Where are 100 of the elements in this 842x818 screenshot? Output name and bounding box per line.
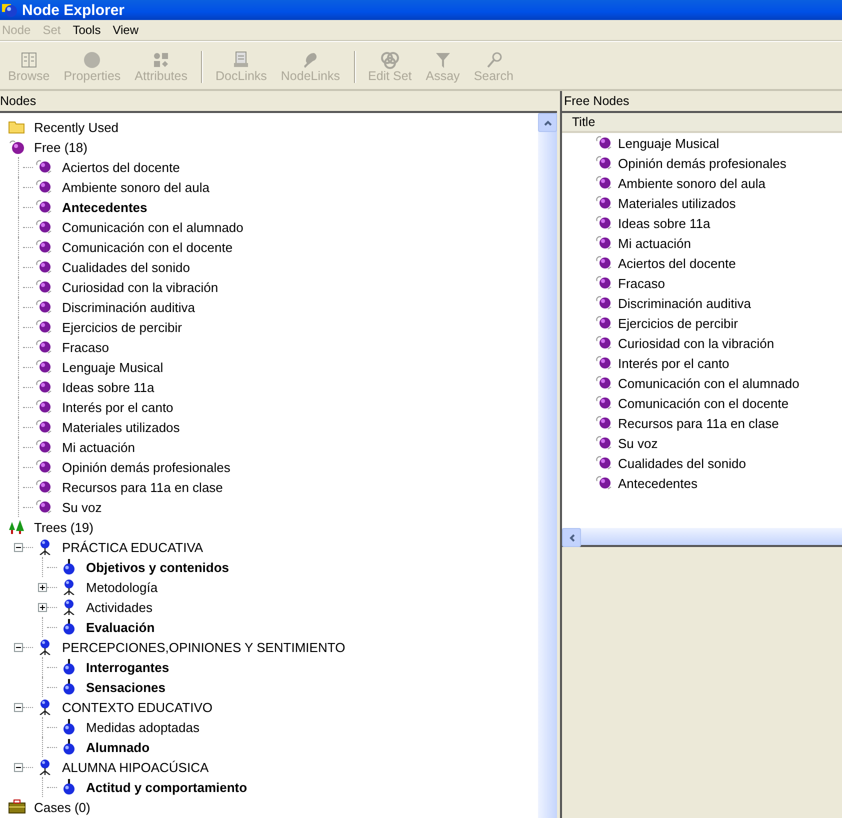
list-item[interactable]: Lenguaje Musical	[618, 136, 720, 150]
expander-icon[interactable]	[14, 542, 23, 552]
ball-icon	[36, 419, 54, 435]
list-item[interactable]: Ambiente sonoro del aula	[618, 176, 766, 190]
ball-icon	[36, 339, 54, 355]
list-item[interactable]: Cualidades del sonido	[618, 456, 746, 470]
tree-item[interactable]: Trees (19)	[34, 520, 94, 534]
ball-icon	[36, 219, 54, 235]
column-header[interactable]: Title	[562, 113, 842, 133]
menu-item[interactable]: Tools	[72, 23, 101, 37]
tree-item[interactable]: Actividades	[86, 600, 152, 614]
tree-item[interactable]: Recursos para 11a en clase	[62, 480, 223, 494]
list-item[interactable]: Curiosidad con la vibración	[618, 336, 774, 350]
list-item[interactable]: Ideas sobre 11a	[618, 216, 710, 230]
expander-icon[interactable]	[38, 582, 47, 592]
list-item[interactable]: Fracaso	[618, 276, 665, 290]
tree-item[interactable]: Sensaciones	[86, 680, 166, 694]
tree-item[interactable]: Materiales utilizados	[62, 420, 180, 434]
tree-item[interactable]: Ejercicios de percibir	[62, 320, 182, 334]
tree-item[interactable]: Cualidades del sonido	[62, 260, 190, 274]
ball-icon	[36, 179, 54, 195]
expander-icon[interactable]	[14, 702, 23, 712]
tree-item[interactable]: Lenguaje Musical	[62, 360, 164, 374]
list-item[interactable]: Materiales utilizados	[618, 196, 736, 210]
tree-item[interactable]: Metodología	[86, 580, 158, 594]
tree-item[interactable]: Medidas adoptadas	[86, 720, 200, 734]
ball-icon	[596, 315, 614, 331]
list-item[interactable]: Su voz	[618, 436, 658, 450]
tree-item[interactable]: Interés por el canto	[62, 400, 174, 414]
ball-icon	[36, 159, 54, 175]
tree-item[interactable]: Ideas sobre 11a	[62, 380, 154, 394]
ball-icon	[596, 295, 614, 311]
tree-item[interactable]: Antecedentes	[62, 200, 148, 214]
tree-item[interactable]: Su voz	[62, 500, 102, 514]
list-item[interactable]: Ejercicios de percibir	[618, 316, 738, 330]
tree-item[interactable]: Cases (0)	[34, 800, 90, 814]
scrollbar[interactable]	[562, 528, 842, 545]
tree-item[interactable]: Opinión demás profesionales	[62, 460, 230, 474]
tree-item[interactable]: Aciertos del docente	[62, 160, 180, 174]
tree-item[interactable]: Comunicación con el docente	[62, 240, 233, 254]
ball-icon	[36, 459, 54, 475]
tree-item[interactable]: Objetivos y contenidos	[86, 560, 230, 574]
tree-item[interactable]: Fracaso	[62, 340, 109, 354]
scroll-left-button[interactable]	[562, 528, 581, 547]
tree-item[interactable]: Alumnado	[86, 740, 150, 754]
tree-item[interactable]: Ambiente sonoro del aula	[62, 180, 210, 194]
tree-item[interactable]: CONTEXTO EDUCATIVO	[62, 700, 212, 714]
search-icon	[486, 52, 502, 68]
ball-icon	[36, 239, 54, 255]
ball-icon	[596, 275, 614, 291]
list-item[interactable]: Recursos para 11a en clase	[618, 416, 779, 430]
ball-icon	[596, 375, 614, 391]
tree-item[interactable]: Interrogantes	[86, 660, 170, 674]
list-item[interactable]: Comunicación con el alumnado	[618, 376, 800, 390]
ball-icon	[596, 155, 614, 171]
book-icon	[21, 52, 36, 68]
tree-item[interactable]: Mi actuación	[62, 440, 135, 454]
list-item[interactable]: Discriminación auditiva	[618, 296, 751, 310]
expander-icon[interactable]	[14, 762, 23, 772]
tree-item[interactable]: Evaluación	[86, 620, 155, 634]
tree-item[interactable]: PERCEPCIONES,OPINIONES Y SENTIMIENTO	[62, 640, 346, 654]
tree-item[interactable]: Curiosidad con la vibración	[62, 280, 218, 294]
list-item[interactable]: Aciertos del docente	[618, 256, 736, 270]
expander-icon[interactable]	[14, 642, 23, 652]
list-item[interactable]: Opinión demás profesionales	[618, 156, 786, 170]
ball-icon	[8, 139, 26, 155]
funnel-icon	[436, 53, 450, 68]
ball-icon	[36, 299, 54, 315]
venn-icon	[380, 52, 399, 69]
ball-icon	[36, 279, 54, 295]
list-item[interactable]: Antecedentes	[618, 476, 698, 490]
scroll-up-button[interactable]	[538, 113, 557, 132]
ball-icon	[36, 399, 54, 415]
tree-item[interactable]: Comunicación con el alumnado	[62, 220, 244, 234]
ball-icon	[36, 499, 54, 515]
circle-icon	[84, 52, 100, 68]
app-icon	[2, 2, 18, 18]
ball-icon	[596, 475, 614, 491]
tree-item[interactable]: Actitud y comportamiento	[86, 780, 248, 794]
tree-item[interactable]: PRÁCTICA EDUCATIVA	[62, 540, 204, 554]
ball-icon	[36, 439, 54, 455]
list-item[interactable]: Interés por el canto	[618, 356, 730, 370]
menu-item[interactable]: View	[112, 23, 139, 37]
ball-icon	[596, 335, 614, 351]
ball-icon	[36, 199, 54, 215]
ball-icon	[36, 319, 54, 335]
expander-icon[interactable]	[38, 602, 47, 612]
tree-item[interactable]: Free (18)	[34, 140, 88, 154]
tree-item[interactable]: ALUMNA HIPOACÚSICA	[62, 760, 209, 774]
tree-item[interactable]: Discriminación auditiva	[62, 300, 195, 314]
list-item[interactable]: Comunicación con el docente	[618, 396, 789, 410]
ball-icon	[596, 415, 614, 431]
shapes-icon	[154, 53, 168, 67]
ball-icon	[596, 195, 614, 211]
ball-icon	[596, 135, 614, 151]
trees-icon	[8, 519, 26, 535]
tree-item[interactable]: Recently Used	[34, 120, 119, 134]
list-item[interactable]: Mi actuación	[618, 236, 691, 250]
scrollbar[interactable]	[537, 113, 557, 818]
ball-icon	[596, 395, 614, 411]
